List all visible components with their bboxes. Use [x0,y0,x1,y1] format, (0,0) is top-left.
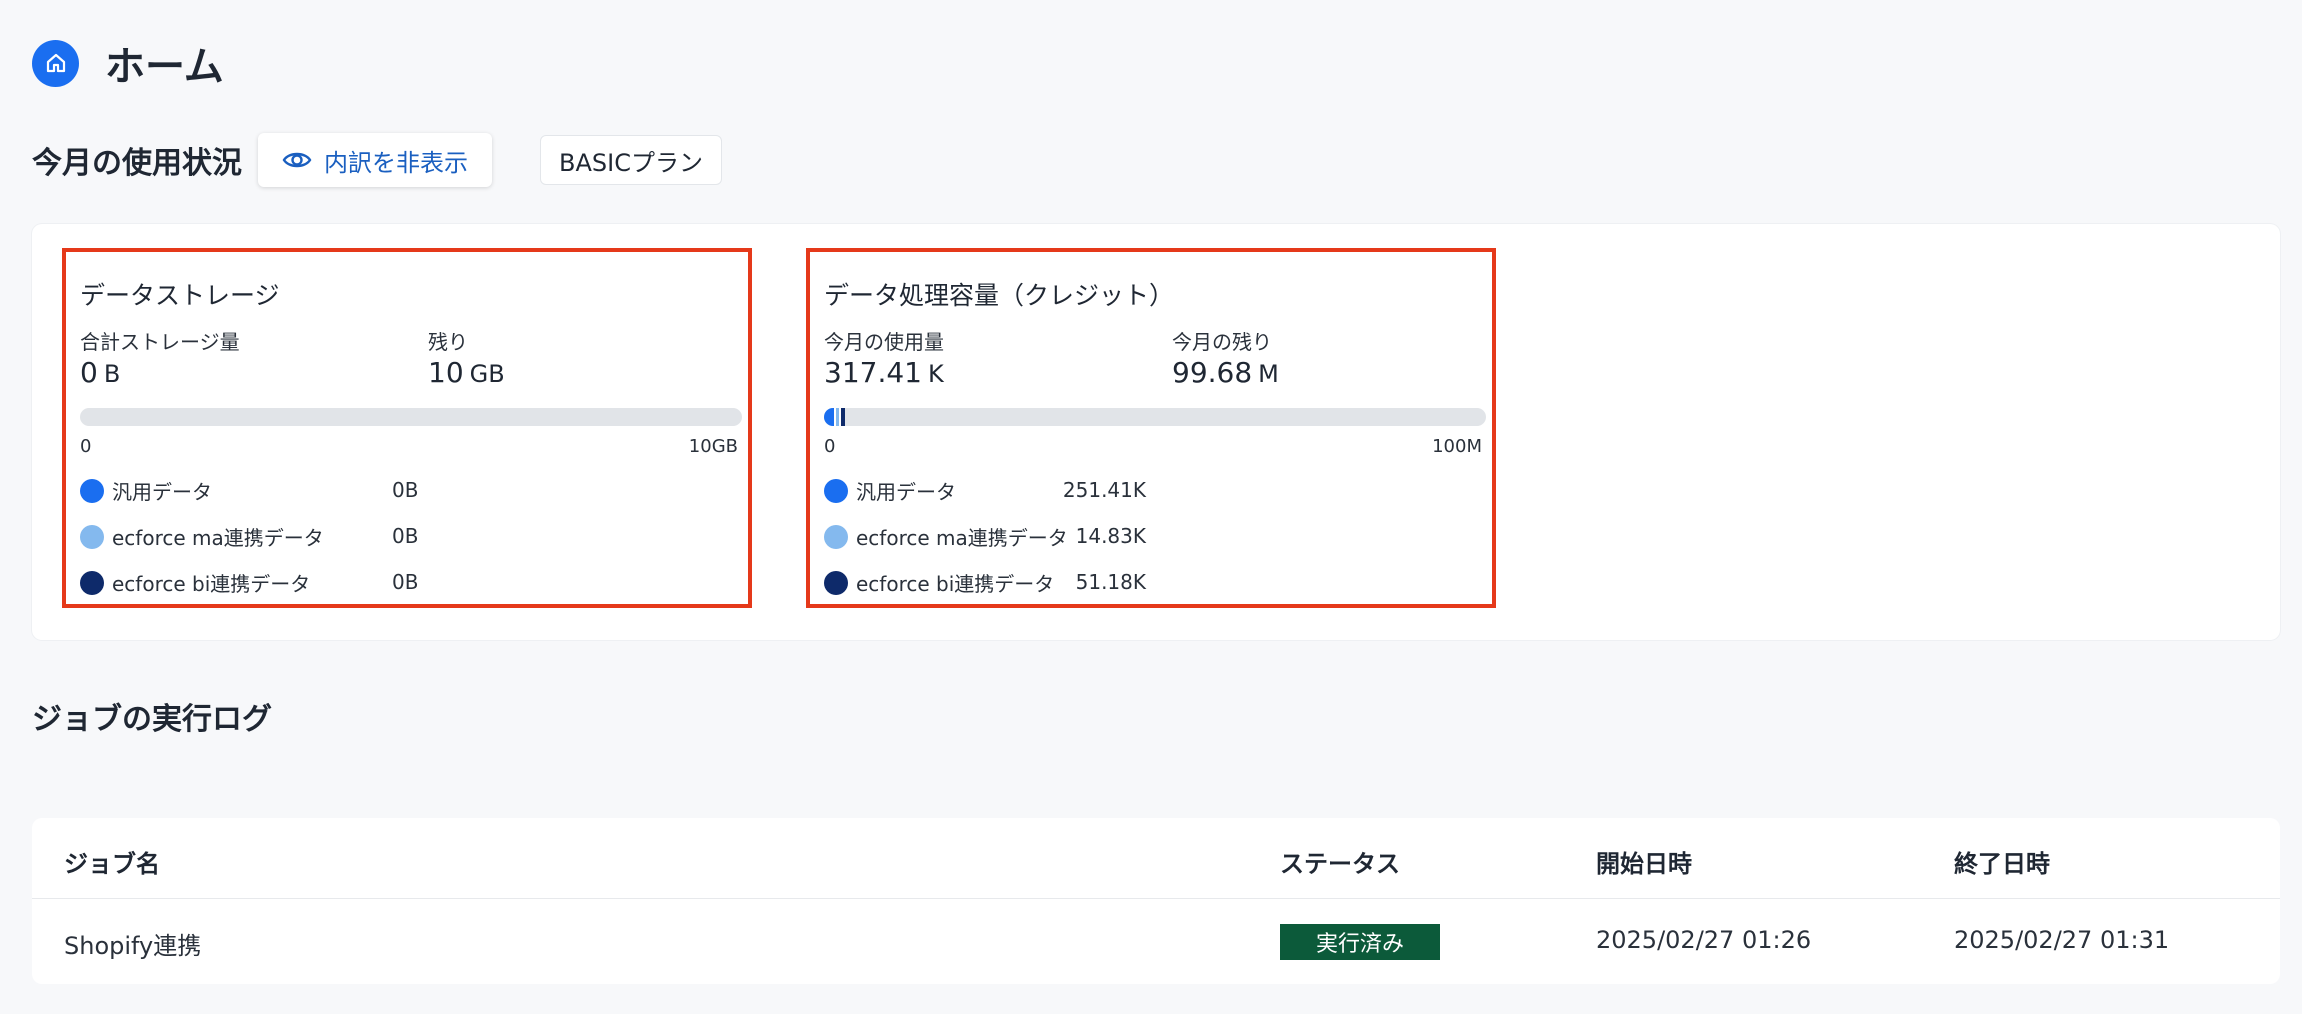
column-header-end[interactable]: 終了日時 [1954,844,2050,879]
credit-axis-max: 100M [1432,436,1482,457]
legend-value-general: 251.41K [1062,478,1146,502]
storage-card: データストレージ 合計ストレージ量 0B 残り 10 GB 0 10GB 汎用デー… [62,248,752,608]
storage-remaining-value: 10 GB [428,356,505,389]
table-header: ジョブ名 ステータス 開始日時 終了日時 [32,818,2280,899]
page-title: ホーム [105,44,224,90]
legend-value-ma: 14.83K [1075,524,1146,548]
storage-remaining-label: 残り [428,330,468,354]
storage-total-label: 合計ストレージ量 [80,330,240,354]
storage-total-value: 0B [80,356,121,389]
usage-section-header: 今月の使用状況 内訳を非表示 BASICプラン [32,133,722,187]
status-badge: 実行済み [1280,924,1440,960]
ma-data-dot [80,524,104,549]
credit-title: データ処理容量（クレジット） [824,281,1175,310]
job-log-table: ジョブ名 ステータス 開始日時 終了日時 Shopify連携 実行済み 2025… [32,818,2280,984]
credit-used-label: 今月の使用量 [824,330,944,354]
storage-title: データストレージ [80,281,280,310]
legend-value-bi: 0B [392,570,419,594]
general-data-dot [80,478,104,503]
storage-progress-bar [80,408,742,426]
storage-axis-max: 10GB [688,436,738,457]
start-time-cell: 2025/02/27 01:26 [1596,926,1812,954]
plan-badge: BASICプラン [540,135,722,185]
legend-item-ma: ecforce ma連携データ [80,522,324,551]
storage-axis-min: 0 [80,436,92,457]
toggle-breakdown-label: 内訳を非表示 [324,148,468,177]
page-header: ホーム [32,34,224,92]
legend-value-ma: 0B [392,524,419,548]
credit-fill-bi [841,408,845,426]
toggle-breakdown-button[interactable]: 内訳を非表示 [258,133,492,187]
legend-item-general: 汎用データ [80,476,212,505]
bi-data-dot [80,570,104,595]
credit-fill-general [824,408,834,426]
credit-progress-bar [824,408,1486,426]
column-header-start[interactable]: 開始日時 [1596,844,1692,879]
column-header-job-name[interactable]: ジョブ名 [64,844,160,879]
usage-section-title: 今月の使用状況 [32,146,242,181]
credit-card: データ処理容量（クレジット） 今月の使用量 317.41 K 今月の残り 99.6… [806,248,1496,608]
column-header-status[interactable]: ステータス [1280,844,1400,879]
legend-value-general: 0B [392,478,419,502]
end-time-cell: 2025/02/27 01:31 [1954,926,2170,954]
home-icon [32,39,79,87]
legend-value-bi: 51.18K [1075,570,1146,594]
job-log-title: ジョブの実行ログ [32,702,272,737]
credit-axis-min: 0 [824,436,836,457]
usage-panel: データストレージ 合計ストレージ量 0B 残り 10 GB 0 10GB 汎用デー… [32,224,2280,640]
legend-item-bi: ecforce bi連携データ [80,568,310,597]
credit-used-value: 317.41 K [824,356,944,389]
credit-remaining-value: 99.68 M [1172,356,1279,389]
credit-remaining-label: 今月の残り [1172,330,1272,354]
job-name-cell[interactable]: Shopify連携 [64,926,201,961]
eye-icon [282,152,312,168]
